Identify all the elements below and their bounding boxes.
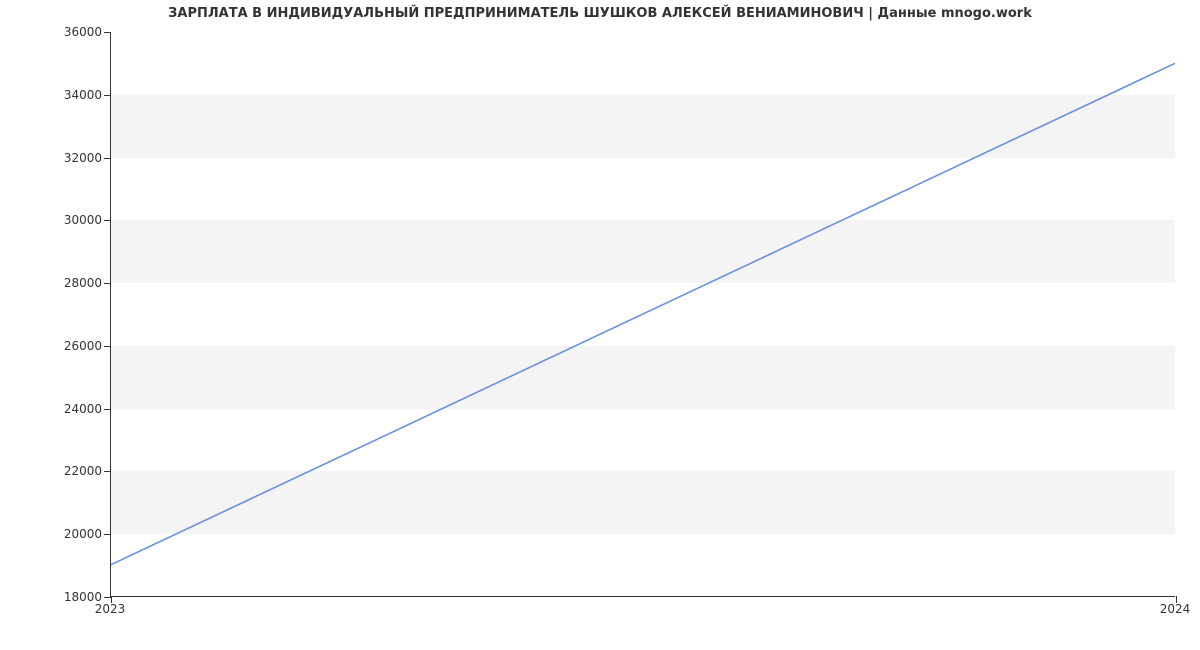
y-tick-label: 36000	[12, 25, 102, 39]
y-tick	[104, 534, 111, 535]
y-tick	[104, 220, 111, 221]
x-tick-label: 2024	[1160, 602, 1191, 616]
y-tick-label: 26000	[12, 339, 102, 353]
y-tick	[104, 283, 111, 284]
y-tick	[104, 471, 111, 472]
y-tick	[104, 158, 111, 159]
plot-area	[110, 32, 1175, 597]
y-tick	[104, 409, 111, 410]
y-tick	[104, 95, 111, 96]
y-tick-label: 22000	[12, 464, 102, 478]
y-tick-label: 32000	[12, 151, 102, 165]
y-tick-label: 18000	[12, 590, 102, 604]
y-tick	[104, 32, 111, 33]
y-tick-label: 24000	[12, 402, 102, 416]
y-tick	[104, 597, 111, 598]
y-tick-label: 30000	[12, 213, 102, 227]
y-tick-label: 28000	[12, 276, 102, 290]
line-chart: ЗАРПЛАТА В ИНДИВИДУАЛЬНЫЙ ПРЕДПРИНИМАТЕЛ…	[0, 0, 1200, 650]
y-tick-label: 20000	[12, 527, 102, 541]
line-layer	[111, 32, 1175, 596]
y-tick-label: 34000	[12, 88, 102, 102]
y-tick	[104, 346, 111, 347]
x-tick-label: 2023	[95, 602, 126, 616]
chart-title: ЗАРПЛАТА В ИНДИВИДУАЛЬНЫЙ ПРЕДПРИНИМАТЕЛ…	[0, 6, 1200, 21]
series-line	[111, 63, 1175, 564]
